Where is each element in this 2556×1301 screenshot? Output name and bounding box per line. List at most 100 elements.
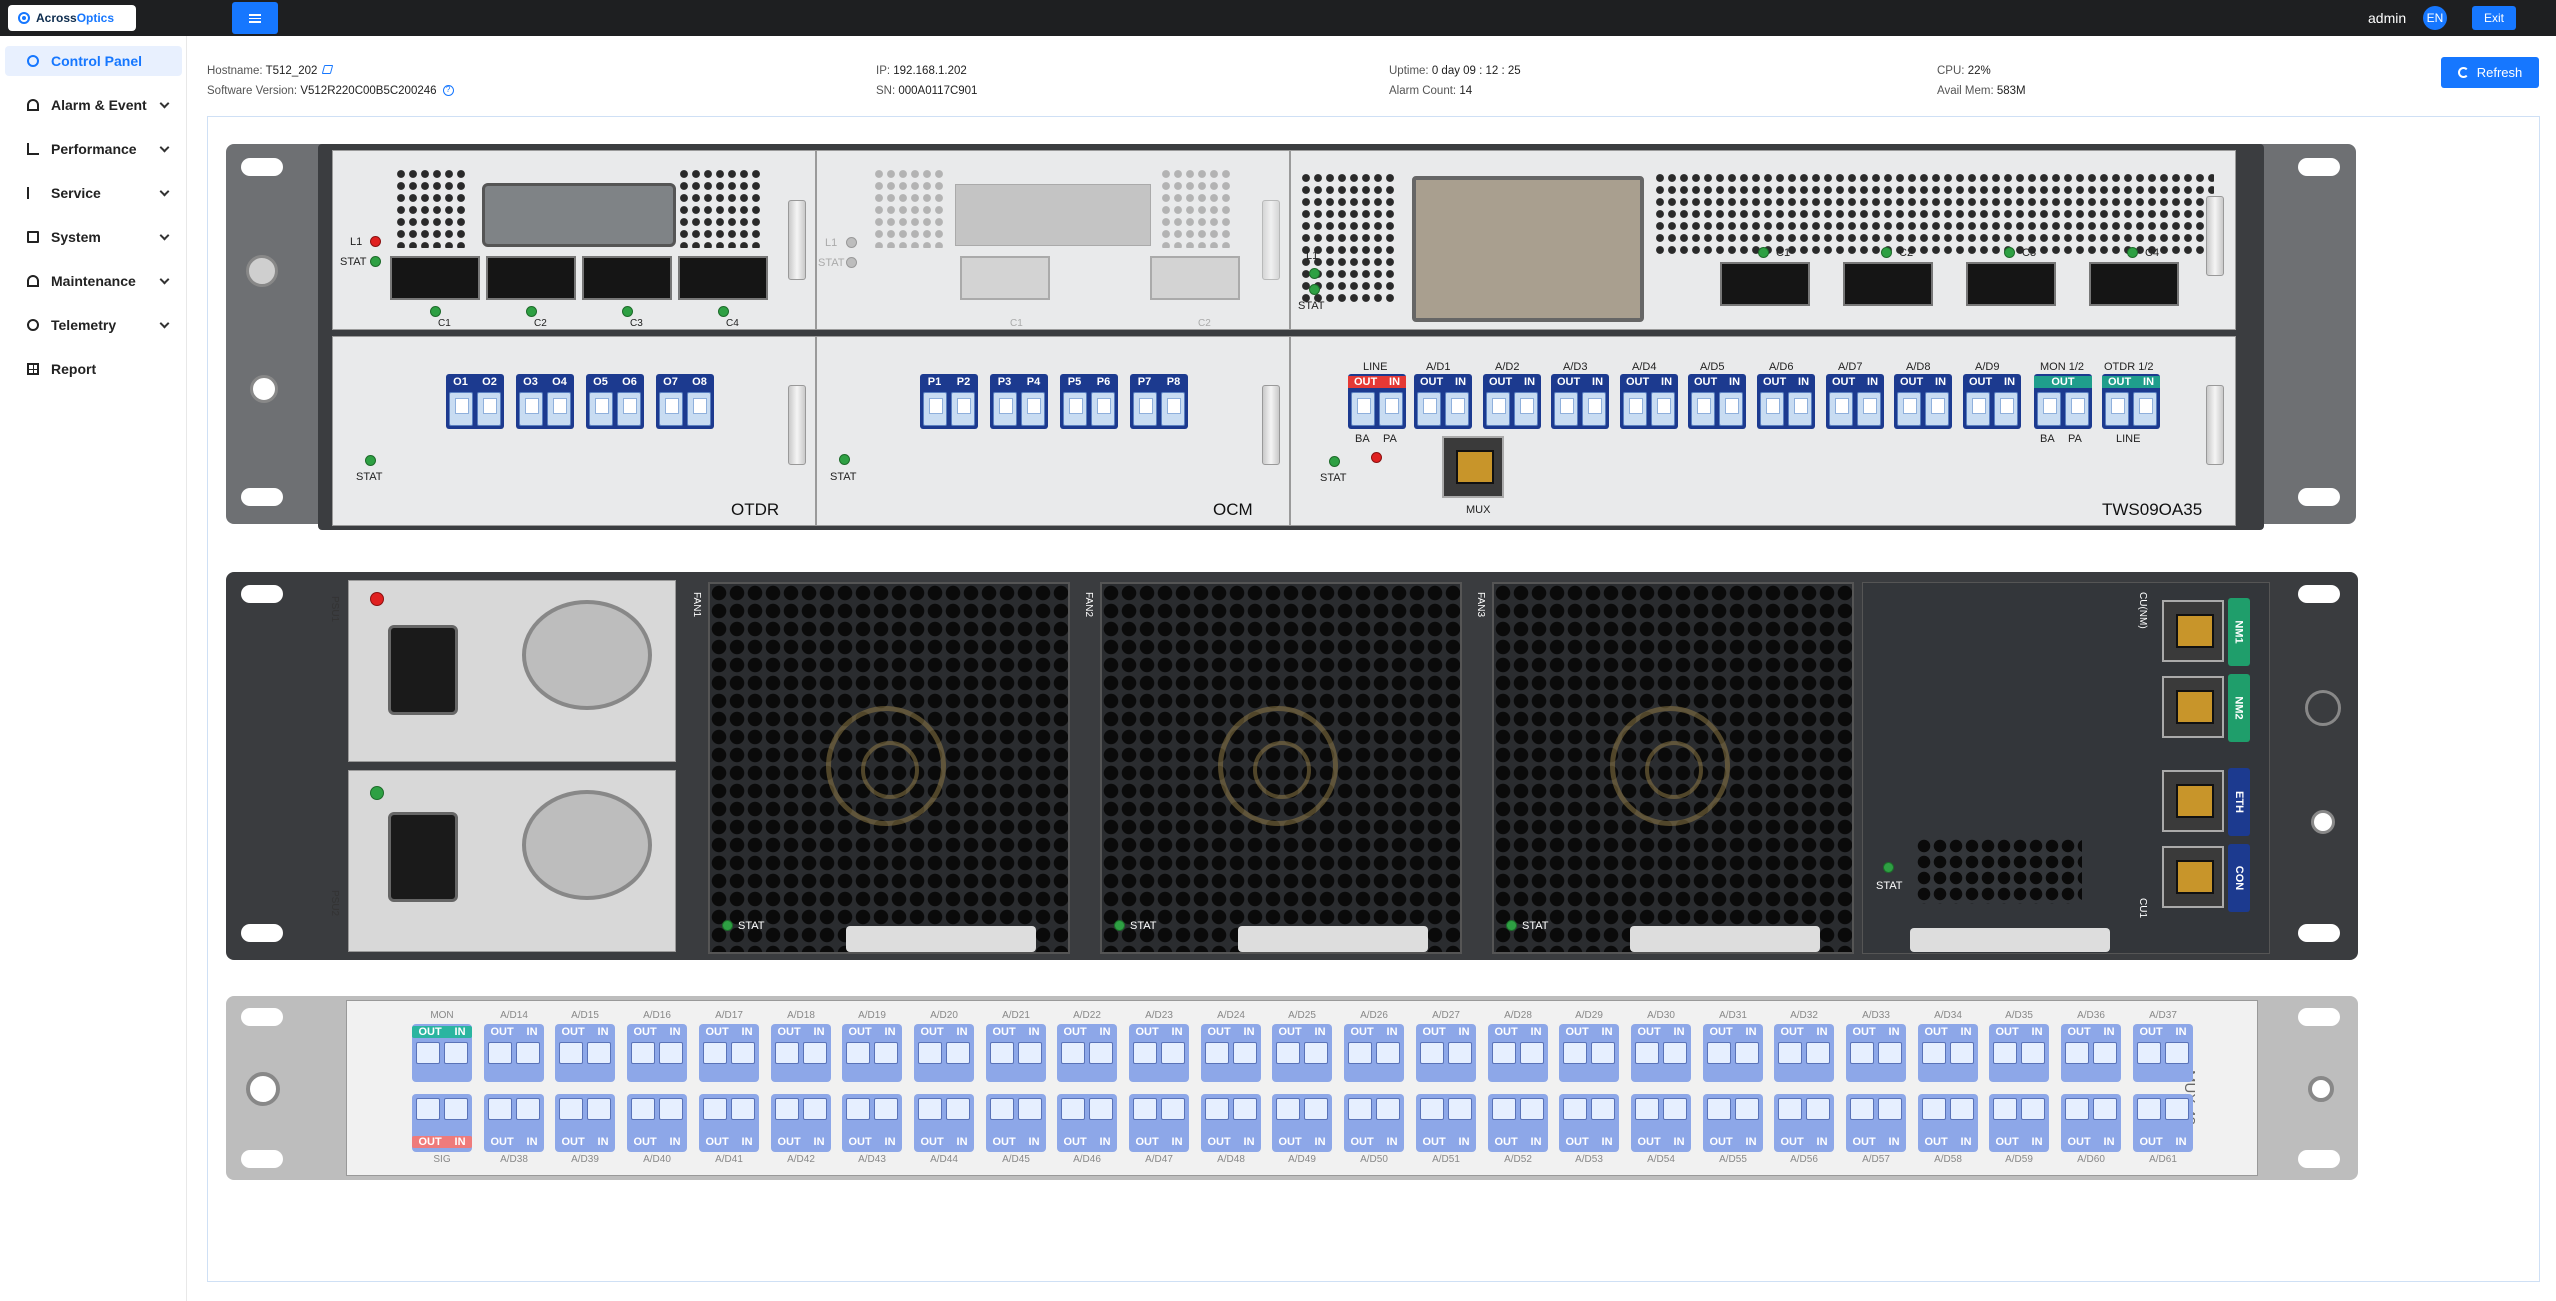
- card-handle[interactable]: [788, 200, 806, 280]
- fiber-port[interactable]: [1420, 1042, 1444, 1064]
- fiber-port[interactable]: [1563, 1042, 1587, 1064]
- nm2-port[interactable]: [2162, 676, 2224, 738]
- card-handle[interactable]: [2206, 196, 2224, 276]
- sidebar-item-control-panel[interactable]: Control Panel: [5, 46, 182, 76]
- fiber-port[interactable]: [2021, 1042, 2045, 1064]
- fiber-port[interactable]: [1018, 1042, 1042, 1064]
- fiber-port[interactable]: [2165, 1098, 2189, 1120]
- mux-port-top[interactable]: OUT IN: [699, 1024, 759, 1082]
- fiber-port[interactable]: [946, 1098, 970, 1120]
- fiber-port[interactable]: [1850, 1042, 1874, 1064]
- fiber-port[interactable]: [1205, 1042, 1229, 1064]
- eth-port[interactable]: [2162, 770, 2224, 832]
- mux-port-top[interactable]: OUT IN: [986, 1024, 1046, 1082]
- fiber-port[interactable]: [1719, 392, 1743, 426]
- mux-port-top[interactable]: OUT IN: [2133, 1024, 2193, 1082]
- fiber-port[interactable]: [1829, 392, 1853, 426]
- sidebar-item-alarm-event[interactable]: Alarm & Event: [5, 90, 182, 120]
- fiber-port[interactable]: [1554, 392, 1578, 426]
- mux-port-bottom[interactable]: OUT IN: [1057, 1094, 1117, 1152]
- fiber-port[interactable]: [1897, 392, 1921, 426]
- port-o3-o4[interactable]: O3 O4: [516, 374, 574, 429]
- fiber-port[interactable]: [687, 392, 711, 426]
- fiber-port[interactable]: [1376, 1042, 1400, 1064]
- fiber-port[interactable]: [946, 1042, 970, 1064]
- mux-port-bottom[interactable]: OUT IN: [2061, 1094, 2121, 1152]
- fiber-port[interactable]: [1276, 1042, 1300, 1064]
- client-port-c3[interactable]: [1966, 262, 2056, 306]
- fiber-port[interactable]: [1994, 392, 2018, 426]
- fiber-port[interactable]: [1304, 1042, 1328, 1064]
- fiber-port[interactable]: [587, 1098, 611, 1120]
- port-ad-3[interactable]: OUT IN: [1551, 374, 1609, 429]
- mux-port-top[interactable]: OUT IN: [1631, 1024, 1691, 1082]
- fiber-port[interactable]: [1205, 1098, 1229, 1120]
- fiber-port[interactable]: [587, 1042, 611, 1064]
- fiber-port[interactable]: [1514, 392, 1538, 426]
- card-handle[interactable]: [1262, 200, 1280, 280]
- fiber-port[interactable]: [1850, 1098, 1874, 1120]
- mux-port-bottom[interactable]: OUT IN: [699, 1094, 759, 1152]
- fiber-port[interactable]: [1417, 392, 1441, 426]
- card-handle[interactable]: [2206, 385, 2224, 465]
- port-ad-9[interactable]: OUT IN: [1963, 374, 2021, 429]
- mux-port-top[interactable]: OUT IN: [1488, 1024, 1548, 1082]
- fiber-port[interactable]: [559, 1098, 583, 1120]
- mux-port-top[interactable]: OUT IN: [771, 1024, 831, 1082]
- fiber-port[interactable]: [488, 1098, 512, 1120]
- mux-port-top[interactable]: OUT IN: [1057, 1024, 1117, 1082]
- mux-port-bottom[interactable]: OUT IN: [771, 1094, 831, 1152]
- mux-port-top[interactable]: OUT IN: [1918, 1024, 1978, 1082]
- fiber-port[interactable]: [547, 392, 571, 426]
- fiber-port[interactable]: [516, 1098, 540, 1120]
- fiber-port[interactable]: [1351, 392, 1375, 426]
- fiber-port[interactable]: [1707, 1098, 1731, 1120]
- fiber-port[interactable]: [1448, 1098, 1472, 1120]
- fiber-port[interactable]: [1735, 1098, 1759, 1120]
- mux-port-top[interactable]: OUT IN: [1774, 1024, 1834, 1082]
- psu1-power-socket[interactable]: [388, 625, 458, 715]
- refresh-button[interactable]: Refresh: [2441, 57, 2539, 88]
- card-handle[interactable]: [1262, 385, 1280, 465]
- fiber-port[interactable]: [559, 1042, 583, 1064]
- fiber-port[interactable]: [1091, 392, 1115, 426]
- mux-port-bottom[interactable]: OUT IN: [412, 1094, 472, 1152]
- mux-port-top[interactable]: OUT IN: [484, 1024, 544, 1082]
- fiber-port[interactable]: [1591, 1042, 1615, 1064]
- fiber-port[interactable]: [2093, 1042, 2117, 1064]
- fiber-port[interactable]: [1063, 392, 1087, 426]
- port-mon[interactable]: OUT: [2034, 374, 2092, 429]
- fiber-port[interactable]: [2105, 392, 2129, 426]
- fiber-port[interactable]: [1788, 392, 1812, 426]
- mux-port-bottom[interactable]: OUT IN: [1129, 1094, 1189, 1152]
- fiber-port[interactable]: [1922, 1098, 1946, 1120]
- fiber-port[interactable]: [1878, 1098, 1902, 1120]
- fiber-port[interactable]: [731, 1042, 755, 1064]
- fiber-port[interactable]: [1133, 1098, 1157, 1120]
- fiber-port[interactable]: [1448, 1042, 1472, 1064]
- fiber-port[interactable]: [990, 1098, 1014, 1120]
- cu-handle[interactable]: [1910, 928, 2110, 952]
- otdr-card[interactable]: [332, 336, 816, 526]
- fiber-port[interactable]: [846, 1042, 870, 1064]
- fiber-port[interactable]: [1486, 392, 1510, 426]
- fiber-port[interactable]: [1276, 1098, 1300, 1120]
- fiber-port[interactable]: [803, 1042, 827, 1064]
- fiber-port[interactable]: [1778, 1042, 1802, 1064]
- client-port-c1[interactable]: [960, 256, 1050, 300]
- fiber-port[interactable]: [775, 1042, 799, 1064]
- mux-port-top[interactable]: OUT IN: [2061, 1024, 2121, 1082]
- fiber-port[interactable]: [2037, 392, 2061, 426]
- fiber-port[interactable]: [444, 1098, 468, 1120]
- fiber-port[interactable]: [951, 392, 975, 426]
- fiber-port[interactable]: [1735, 1042, 1759, 1064]
- fiber-port[interactable]: [488, 1042, 512, 1064]
- fiber-port[interactable]: [1651, 392, 1675, 426]
- fiber-port[interactable]: [918, 1042, 942, 1064]
- mux-port-bottom[interactable]: OUT IN: [1416, 1094, 1476, 1152]
- fiber-port[interactable]: [519, 392, 543, 426]
- client-port-c2[interactable]: [1150, 256, 1240, 300]
- sidebar-item-service[interactable]: Service: [5, 178, 182, 208]
- fiber-port[interactable]: [2065, 1098, 2089, 1120]
- mux-port-top[interactable]: OUT IN: [842, 1024, 902, 1082]
